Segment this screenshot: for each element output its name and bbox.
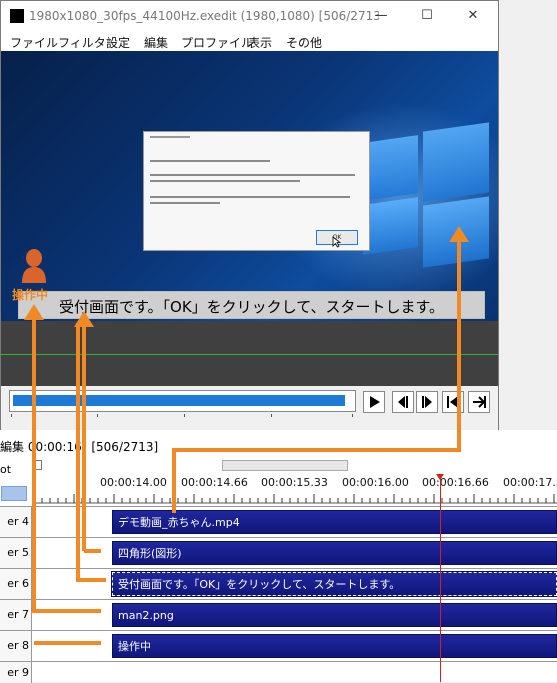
mouse-cursor-icon (332, 236, 342, 248)
main-window: 1980x1080_30fps_44100Hz.exedit (1980,108… (0, 0, 499, 430)
timeline-clip-selected[interactable]: 受付画面です。「OK」をクリックして、スタートします。 (111, 571, 557, 597)
skip-start-icon (447, 396, 458, 408)
operator-figure-icon (22, 249, 46, 283)
timeline-title: 編集 00:00:16. [506/2713] (0, 438, 158, 455)
menu-bar: ファイル フィルタ 設定 編集 プロファイル 表示 その他 (1, 31, 498, 51)
menu-file[interactable]: ファイル (10, 34, 58, 51)
skip-end-button[interactable] (468, 391, 490, 413)
minimize-button[interactable]: — (358, 1, 404, 31)
title-bar[interactable]: 1980x1080_30fps_44100Hz.exedit (1980,108… (1, 1, 498, 31)
layer-row[interactable]: er 9 (0, 661, 557, 683)
menu-profile[interactable]: プロファイル (181, 34, 253, 51)
seek-tick (271, 414, 272, 417)
wallpaper-pane (423, 196, 489, 268)
play-icon (370, 396, 380, 408)
wallpaper-pane (363, 197, 418, 255)
timeline-scrollbar-thumb[interactable] (222, 460, 348, 471)
dialog-text-line (150, 196, 350, 198)
caption-text: 受付画面です。「OK」をクリックして、スタートします。 (59, 298, 444, 316)
ruler-label: 00:00:16.66 (422, 476, 489, 489)
ruler-label: 00:00:17.33 (503, 476, 557, 489)
layer-row[interactable]: er 6 受付画面です。「OK」をクリックして、スタートします。 (0, 568, 557, 599)
layer-header-label: ot (0, 463, 12, 476)
timeline-time: 編集 00:00:16. (0, 440, 86, 454)
scroll-left-arrow[interactable] (34, 460, 42, 470)
operating-badge: 操作中 (12, 288, 49, 302)
skip-start-button[interactable] (442, 391, 464, 413)
layer-label[interactable]: er 9 (0, 662, 32, 683)
ruler-label: 00:00:15.33 (261, 476, 328, 489)
seek-bar[interactable] (9, 390, 356, 412)
dialog-text-line (150, 180, 300, 182)
wallpaper-pane (423, 122, 489, 202)
layer-label[interactable]: er 8 (0, 631, 32, 661)
layer-label[interactable]: er 7 (0, 600, 32, 630)
step-forward-icon (422, 396, 432, 408)
seek-tick (11, 414, 12, 417)
seek-ticks (9, 414, 354, 418)
timeline-clip[interactable]: 四角形(図形) (112, 541, 557, 565)
menu-filter[interactable]: フィルタ (58, 34, 106, 51)
layer-label[interactable]: er 5 (0, 538, 32, 568)
seek-tick (184, 414, 185, 417)
layer-row[interactable]: er 8 操作中 (0, 630, 557, 661)
menu-settings[interactable]: 設定 (106, 34, 130, 51)
playhead-marker[interactable] (436, 474, 444, 480)
maximize-button[interactable]: ☐ (404, 1, 450, 31)
layer-row[interactable]: er 7 man2.png (0, 599, 557, 630)
app-icon (10, 9, 24, 23)
video-preview: OK 受付画面です。「OK」をクリックして、スタートします。 (1, 51, 498, 321)
seek-bar-progress (13, 395, 345, 406)
layer-row[interactable]: er 5 四角形(図形) (0, 537, 557, 568)
step-back-icon (398, 396, 408, 408)
menu-edit[interactable]: 編集 (144, 34, 168, 51)
playhead-line[interactable] (440, 474, 441, 682)
layer-label[interactable]: er 6 (0, 569, 32, 599)
timeline-frame: [506/2713] (91, 440, 159, 454)
dialog-text-line (150, 174, 355, 176)
layer-header-button[interactable] (1, 486, 27, 501)
audio-waveform-line (1, 354, 498, 355)
layer-row[interactable]: er 4 デモ動画_赤ちゃん.mp4 (0, 506, 557, 537)
ruler-label: 00:00:14.00 (100, 476, 167, 489)
play-button[interactable] (363, 391, 385, 413)
layer-label[interactable]: er 4 (0, 507, 32, 537)
ruler-label: 00:00:16.00 (342, 476, 409, 489)
skip-end-icon (473, 396, 486, 408)
caption-box: 受付画面です。「OK」をクリックして、スタートします。 (18, 291, 485, 319)
dialog-text-line (150, 160, 270, 162)
dialog-text-line (150, 202, 220, 204)
next-frame-button[interactable] (416, 391, 438, 413)
wallpaper-pane (363, 135, 418, 201)
timeline-clip[interactable]: デモ動画_赤ちゃん.mp4 (112, 510, 557, 534)
window-title: 1980x1080_30fps_44100Hz.exedit (1980,108… (29, 9, 379, 23)
dialog-window: OK (143, 131, 370, 251)
seek-tick (352, 414, 353, 417)
timeline-clip[interactable]: 操作中 (112, 634, 557, 658)
menu-other[interactable]: その他 (286, 34, 322, 51)
prev-frame-button[interactable] (392, 391, 414, 413)
dialog-title-bar (150, 136, 190, 138)
seek-tick (97, 414, 98, 417)
close-button[interactable]: ✕ (450, 1, 496, 31)
timeline-clip[interactable]: man2.png (112, 603, 557, 627)
ruler-label: 00:00:14.66 (181, 476, 248, 489)
menu-view[interactable]: 表示 (248, 34, 272, 51)
